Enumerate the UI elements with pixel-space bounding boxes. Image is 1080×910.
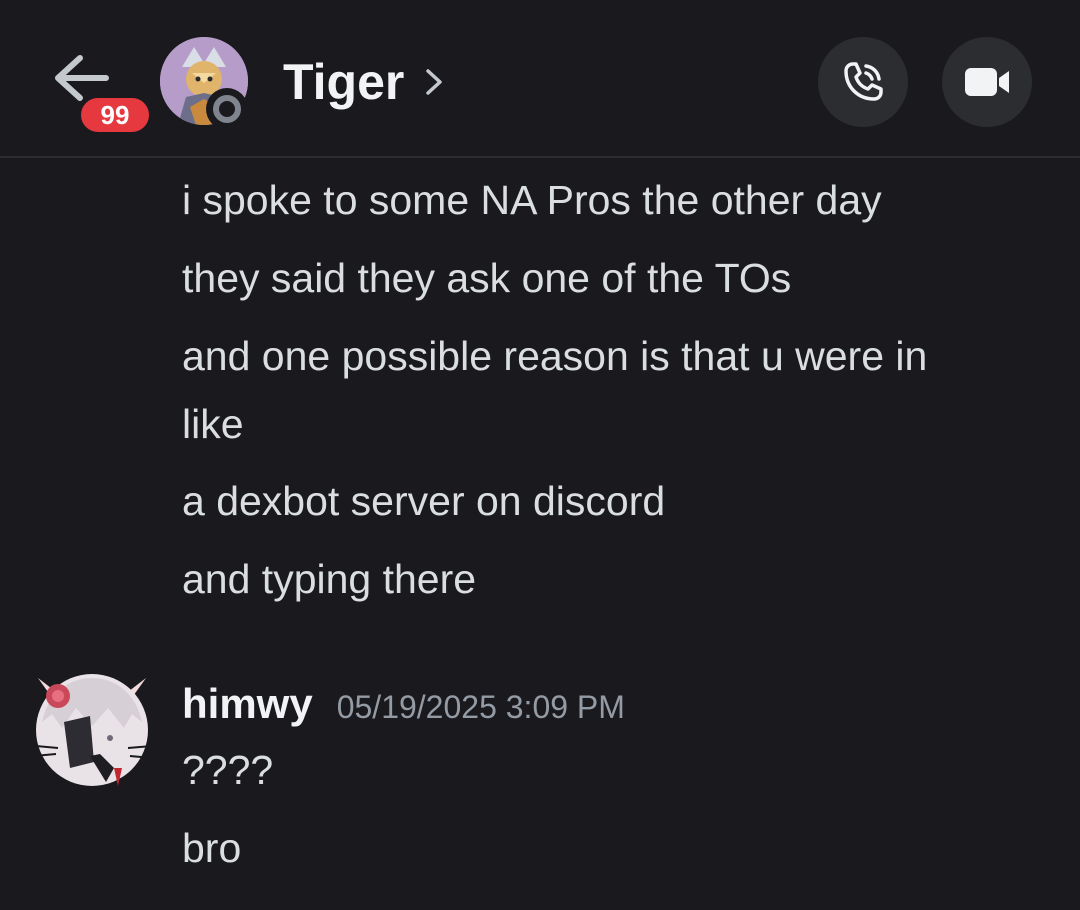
message-line: like [182,401,244,447]
author-avatar[interactable] [28,664,156,788]
contact-name: Tiger [283,54,405,110]
contact-name-button[interactable]: Tiger [283,52,444,112]
voice-call-button[interactable] [818,37,908,127]
dm-chat-screen: 99 Tiger i spoke to some NA Pros the oth… [0,0,1080,910]
video-camera-icon [965,68,1009,96]
video-call-button[interactable] [942,37,1032,127]
message-line: and typing there [182,556,477,602]
message-author-row: himwy 05/19/2025 3:09 PM [182,680,625,728]
message-line: they said they ask one of the TOs [182,255,792,301]
author-name[interactable]: himwy [182,680,313,728]
himwy-avatar-image [33,674,153,786]
message-line: bro [182,825,242,871]
message-line: ???? [182,747,274,793]
offline-status-indicator [206,88,248,130]
message-line: a dexbot server on discord [182,478,666,524]
unread-badge: 99 [76,93,154,137]
message-line: and one possible reason is that u were i… [182,333,928,379]
chat-header: 99 Tiger [0,0,1080,158]
phone-call-icon [844,62,883,101]
chevron-right-icon [426,69,443,95]
message-timestamp: 05/19/2025 3:09 PM [336,689,625,725]
message-line: i spoke to some NA Pros the other day [182,177,882,223]
